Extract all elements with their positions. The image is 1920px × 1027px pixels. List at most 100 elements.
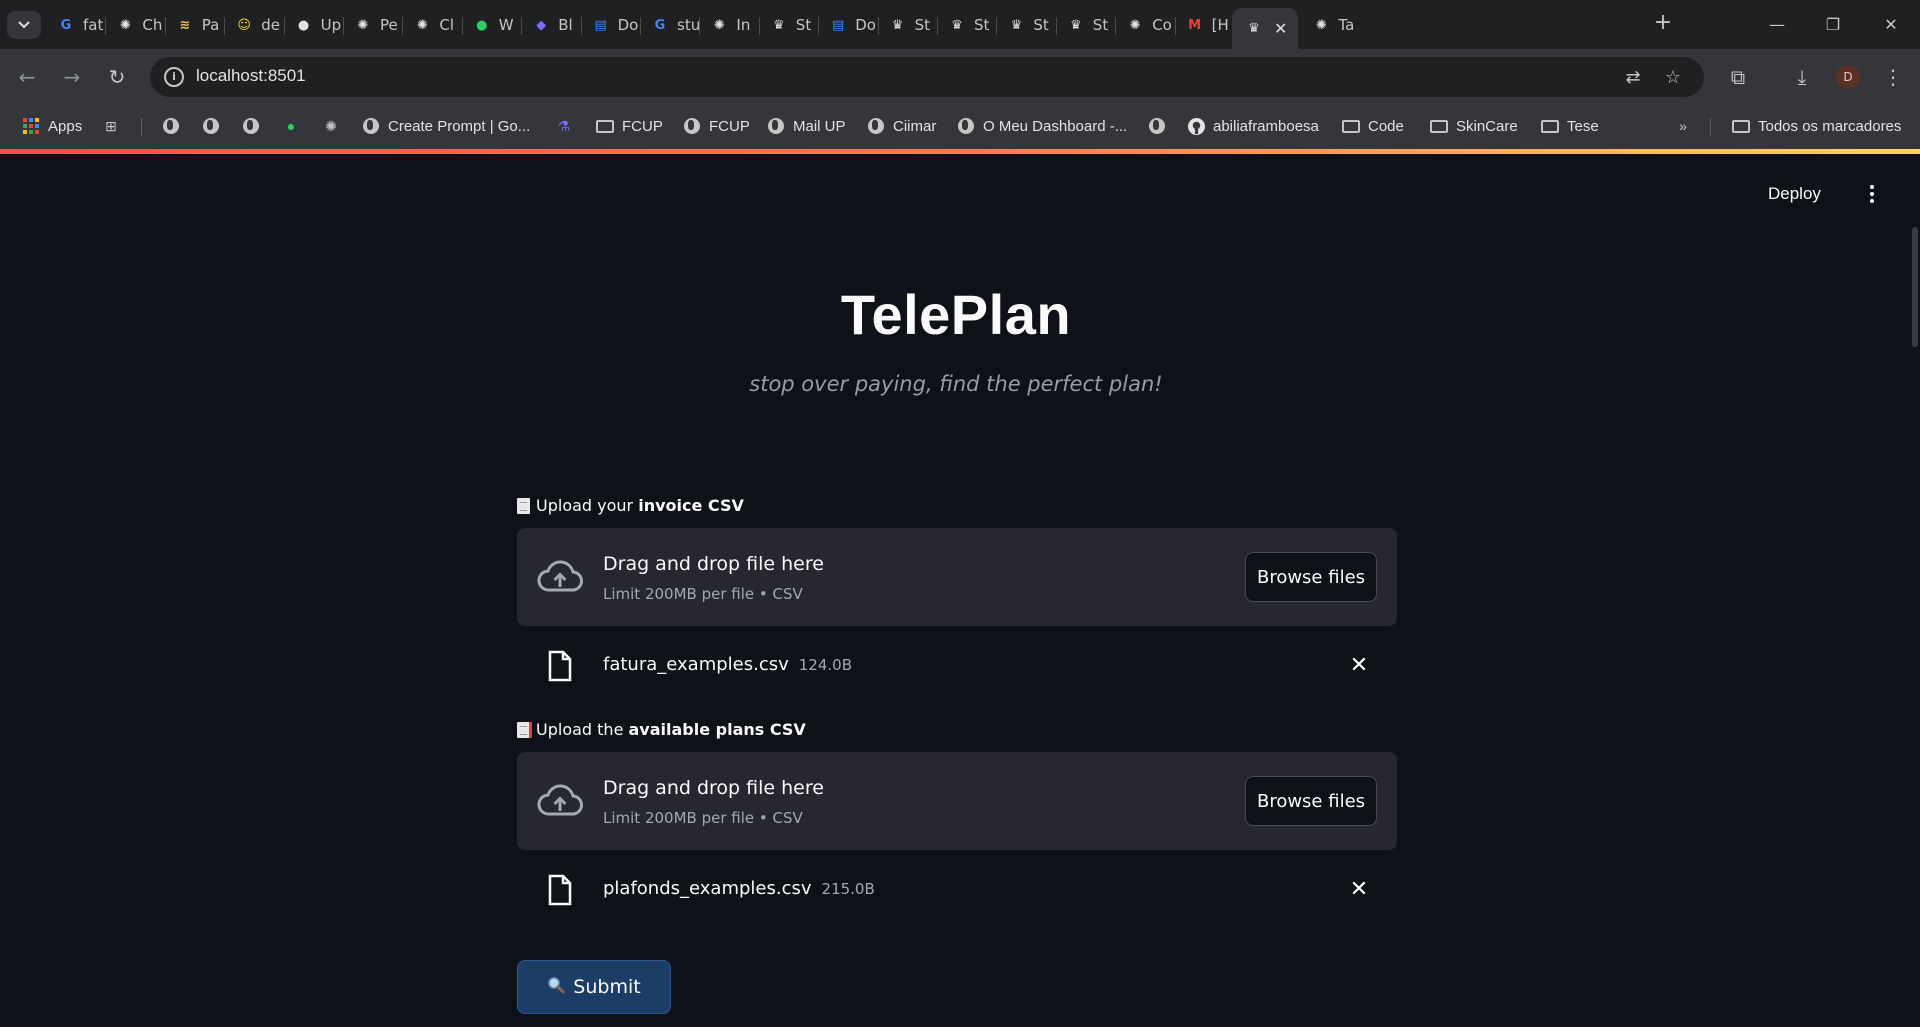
extensions-icon[interactable]: ⧉ bbox=[1725, 64, 1751, 90]
restore-button[interactable]: ❐ bbox=[1818, 10, 1848, 40]
tab[interactable]: ● Up bbox=[294, 8, 343, 42]
tab[interactable]: ◆ Bl bbox=[531, 8, 580, 42]
globe-icon bbox=[867, 117, 885, 135]
tab-separator bbox=[580, 17, 582, 35]
submit-button[interactable]: Submit bbox=[517, 960, 671, 1014]
invoice-file-name-row: fatura_examples.csv 124.0B bbox=[603, 654, 852, 675]
tab-active[interactable]: ♛ ✕ bbox=[1232, 8, 1298, 49]
tab[interactable]: ▤ Do bbox=[828, 8, 877, 42]
bookmark-lab[interactable]: ⚗ bbox=[555, 114, 581, 138]
tab[interactable]: ♛ St bbox=[1006, 8, 1055, 42]
main-menu-icon[interactable] bbox=[1862, 182, 1882, 206]
tab[interactable]: ♛ St bbox=[769, 8, 818, 42]
shield-icon: ◆ bbox=[536, 17, 547, 33]
bookmark-all-bookmarks[interactable]: Todos os marcadores bbox=[1732, 114, 1901, 138]
bookmark-tab-groups[interactable]: ⊞ bbox=[102, 114, 128, 138]
plans-dropzone[interactable]: Drag and drop file here Limit 200MB per … bbox=[517, 752, 1397, 850]
openai-icon: ✺ bbox=[1315, 17, 1327, 33]
close-window-button[interactable]: ✕ bbox=[1876, 10, 1906, 40]
chrome-menu-icon[interactable]: ⋮ bbox=[1880, 64, 1906, 90]
tab-separator bbox=[224, 17, 226, 35]
bookmark-create-prompt[interactable]: Create Prompt | Go... bbox=[362, 114, 530, 138]
bookmark-folder-fcup[interactable]: FCUP bbox=[596, 114, 663, 138]
invoice-browse-button[interactable]: Browse files bbox=[1245, 552, 1377, 602]
bookmark-globe-1[interactable] bbox=[162, 114, 188, 138]
plans-browse-button[interactable]: Browse files bbox=[1245, 776, 1377, 826]
tab[interactable]: ☺ de bbox=[234, 8, 283, 42]
globe-icon bbox=[362, 117, 380, 135]
back-button[interactable]: ← bbox=[12, 62, 42, 92]
bookmark-fcup[interactable]: FCUP bbox=[683, 114, 750, 138]
tab[interactable]: ♛ St bbox=[1066, 8, 1115, 42]
tab[interactable]: ● W bbox=[472, 8, 521, 42]
tab[interactable]: ✺ Cl bbox=[412, 8, 461, 42]
streamlit-icon: ♛ bbox=[772, 17, 785, 33]
tab[interactable]: ✺ Co bbox=[1125, 8, 1174, 42]
download-icon[interactable]: ⤓ bbox=[1789, 64, 1815, 90]
invoice-uploaded-file: fatura_examples.csv 124.0B ✕ bbox=[517, 646, 1397, 686]
bookmark-dashboard[interactable]: O Meu Dashboard -... bbox=[957, 114, 1127, 138]
tab[interactable]: ♛ St bbox=[947, 8, 996, 42]
plans-remove-file-button[interactable]: ✕ bbox=[1347, 878, 1371, 902]
tab-separator bbox=[1115, 17, 1117, 35]
bookmark-globe-4[interactable] bbox=[1148, 114, 1174, 138]
bookmark-create-prompt-label: Create Prompt | Go... bbox=[388, 117, 531, 135]
bookmarks-overflow-button[interactable]: » bbox=[1674, 114, 1700, 138]
tab-search-button[interactable] bbox=[7, 11, 41, 39]
folder-icon bbox=[1342, 117, 1360, 135]
tab-title: Cl bbox=[439, 16, 455, 34]
bookmark-folder-code[interactable]: Code bbox=[1342, 114, 1404, 138]
address-bar[interactable]: i localhost:8501 ⇄ ☆ bbox=[150, 57, 1704, 97]
invoice-remove-file-button[interactable]: ✕ bbox=[1347, 654, 1371, 678]
google-icon: G bbox=[60, 17, 72, 33]
invoice-file-size: 124.0B bbox=[798, 656, 852, 674]
streamlit-icon: ♛ bbox=[1069, 17, 1082, 33]
bookmark-folder-skincare-label: SkinCare bbox=[1456, 117, 1518, 135]
tab-separator bbox=[818, 17, 820, 35]
openai-icon: ✺ bbox=[325, 117, 337, 134]
tab[interactable]: ▤ Do bbox=[591, 8, 640, 42]
translate-icon[interactable]: ⇄ bbox=[1622, 67, 1644, 89]
reload-button[interactable]: ↻ bbox=[102, 62, 132, 92]
tab[interactable]: ≋ Pa bbox=[175, 8, 224, 42]
bookmark-openai[interactable]: ✺ bbox=[322, 114, 348, 138]
tab[interactable]: ✺ In bbox=[709, 8, 758, 42]
bookmark-star-icon[interactable]: ☆ bbox=[1662, 67, 1684, 89]
bookmark-apps[interactable]: Apps bbox=[22, 114, 82, 138]
tab-separator bbox=[283, 17, 285, 35]
bookmark-separator bbox=[141, 118, 142, 136]
tab-title: St bbox=[1033, 16, 1049, 34]
bookmark-apps-label: Apps bbox=[48, 117, 83, 135]
github-icon bbox=[1187, 117, 1205, 135]
minimize-button[interactable]: — bbox=[1762, 10, 1792, 40]
tab[interactable]: M [H bbox=[1185, 8, 1234, 42]
google-icon: G bbox=[654, 17, 666, 33]
bookmark-folder-skincare[interactable]: SkinCare bbox=[1430, 114, 1518, 138]
bookmark-abilia[interactable]: abiliaframboesa bbox=[1187, 114, 1319, 138]
tab-close-icon[interactable]: ✕ bbox=[1274, 19, 1287, 38]
tab-separator bbox=[699, 17, 701, 35]
invoice-upload-label: Upload your invoice CSV bbox=[517, 496, 744, 515]
bookmark-mail-up[interactable]: Mail UP bbox=[767, 114, 846, 138]
deploy-button[interactable]: Deploy bbox=[1768, 184, 1821, 204]
tab[interactable]: ✺ Pe bbox=[353, 8, 402, 42]
site-info-icon[interactable]: i bbox=[164, 67, 184, 87]
new-tab-button[interactable]: + bbox=[1651, 12, 1675, 36]
scrollbar[interactable] bbox=[1912, 227, 1918, 347]
bookmark-whatsapp[interactable]: ● bbox=[282, 114, 308, 138]
forward-button[interactable]: → bbox=[57, 62, 87, 92]
tab[interactable]: ♛ St bbox=[888, 8, 937, 42]
plans-file-name-row: plafonds_examples.csv 215.0B bbox=[603, 878, 875, 899]
bookmark-ciimar[interactable]: Ciimar bbox=[867, 114, 936, 138]
tab[interactable]: ✺ Ch bbox=[115, 8, 164, 42]
tab[interactable]: Gfat bbox=[56, 8, 105, 42]
url-text[interactable]: localhost:8501 bbox=[196, 66, 306, 86]
tab-title: Do bbox=[855, 16, 876, 34]
bookmark-folder-tese[interactable]: Tese bbox=[1541, 114, 1599, 138]
profile-avatar[interactable]: D bbox=[1836, 65, 1860, 89]
tab[interactable]: ✺ Ta bbox=[1311, 8, 1360, 42]
bookmark-globe-3[interactable] bbox=[242, 114, 268, 138]
invoice-dropzone[interactable]: Drag and drop file here Limit 200MB per … bbox=[517, 528, 1397, 626]
bookmark-globe-2[interactable] bbox=[202, 114, 228, 138]
tab[interactable]: Gstu bbox=[650, 8, 699, 42]
